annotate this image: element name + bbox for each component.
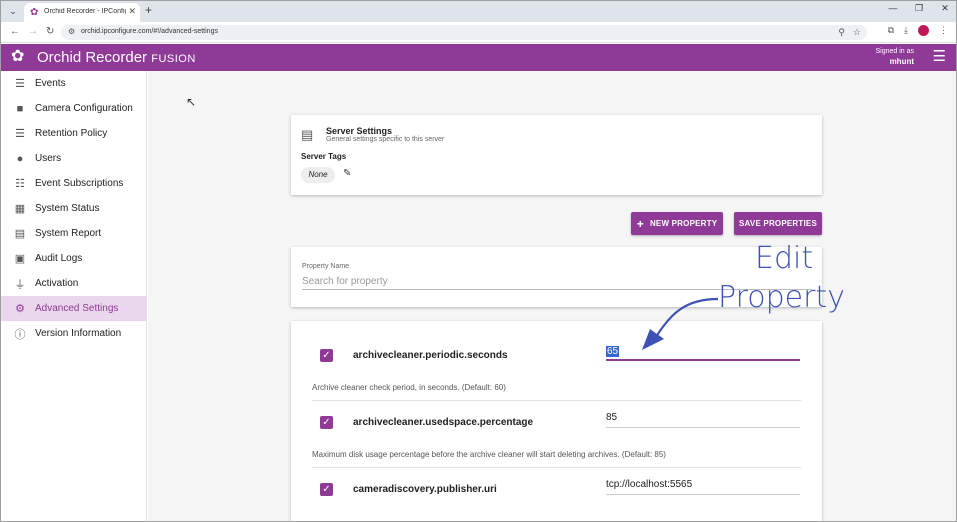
- edit-tags-pencil-icon[interactable]: ✎: [343, 168, 351, 179]
- sidebar-item-users[interactable]: ● Users: [1, 146, 147, 171]
- new-property-label: NEW PROPERTY: [649, 219, 718, 228]
- bookmark-star-icon[interactable]: ☆: [853, 27, 861, 38]
- annotation-arrow: [642, 297, 719, 350]
- server-settings-title: Server Settings: [326, 126, 393, 136]
- sidebar-item-camera-configuration[interactable]: ■ Camera Configuration: [1, 96, 147, 121]
- site-info-icon[interactable]: ⚙: [68, 27, 75, 36]
- browser-toolbar: ← → ↻ ⚙ orchid.ipconfigure.com/#!/advanc…: [1, 22, 956, 43]
- tab-close-icon[interactable]: ✕: [128, 6, 136, 17]
- property-checkbox[interactable]: ✓: [320, 483, 333, 496]
- sidebar-item-activation[interactable]: ⏚ Activation: [1, 271, 147, 296]
- event-subscription-icon: ☷: [15, 178, 25, 190]
- properties-list-card: ✓ archivecleaner.periodic.seconds 65 Arc…: [291, 321, 822, 521]
- property-description: Maximum disk usage percentage before the…: [312, 450, 666, 459]
- extensions-icon[interactable]: ⧉: [888, 25, 894, 36]
- property-checkbox[interactable]: ✓: [320, 416, 333, 429]
- sidebar-item-label: Users: [35, 153, 62, 164]
- main-content: ↖ ▤ Server Settings General settings spe…: [148, 71, 956, 521]
- report-icon: ▤: [14, 228, 26, 240]
- annotation-property: Property: [718, 280, 845, 315]
- sidebar-item-label: Event Subscriptions: [35, 178, 124, 189]
- hamburger-menu-icon[interactable]: ☰: [933, 49, 946, 64]
- url-text: orchid.ipconfigure.com/#!/advanced-setti…: [81, 28, 218, 35]
- sidebar-item-system-report[interactable]: ▤ System Report: [1, 221, 147, 246]
- orchid-logo-icon: ✿: [11, 48, 25, 65]
- app-edition: FUSION: [151, 53, 196, 65]
- server-tags-label: Server Tags: [301, 152, 347, 161]
- property-name-label: Property Name: [302, 263, 350, 270]
- system-status-icon: ▦: [14, 203, 26, 215]
- sidebar-item-label: Retention Policy: [35, 128, 108, 139]
- sidebar-item-advanced-settings[interactable]: ⚙ Advanced Settings: [1, 296, 147, 321]
- sidebar-item-label: Activation: [35, 278, 79, 289]
- address-bar[interactable]: ⚙ orchid.ipconfigure.com/#!/advanced-set…: [61, 25, 867, 40]
- sidebar-item-label: Audit Logs: [35, 253, 83, 264]
- events-search-icon: ☰: [15, 78, 25, 90]
- app-title: Orchid Recorder FUSION: [37, 49, 196, 66]
- username: mhunt: [889, 57, 914, 66]
- zoom-icon[interactable]: ⚲: [838, 27, 845, 38]
- browser-tab[interactable]: ✿ Orchid Recorder - IPConfigure ✕: [24, 3, 140, 22]
- row-divider: [312, 467, 801, 468]
- back-icon[interactable]: ←: [10, 26, 20, 37]
- tab-title: Orchid Recorder - IPConfigure: [44, 8, 126, 15]
- sidebar-item-label: Events: [35, 78, 66, 89]
- sidebar-item-label: Advanced Settings: [35, 303, 119, 314]
- minimize-icon[interactable]: —: [888, 3, 898, 14]
- audit-icon: ▣: [14, 253, 26, 265]
- sidebar-item-audit-logs[interactable]: ▣ Audit Logs: [1, 246, 147, 271]
- forward-icon[interactable]: →: [28, 26, 38, 37]
- save-properties-button[interactable]: SAVE PROPERTIES: [734, 212, 822, 235]
- sidebar-item-label: System Report: [35, 228, 102, 239]
- server-settings-card: ▤ Server Settings General settings speci…: [291, 115, 822, 195]
- new-property-button[interactable]: + NEW PROPERTY: [631, 212, 723, 235]
- sidebar-item-system-status[interactable]: ▦ System Status: [1, 196, 147, 221]
- property-value-input[interactable]: tcp://localhost:5565: [606, 479, 800, 495]
- browser-window: ⌄ ✿ Orchid Recorder - IPConfigure ✕ + — …: [0, 0, 957, 522]
- info-icon: ⓘ: [14, 328, 26, 341]
- property-checkbox[interactable]: ✓: [320, 349, 333, 362]
- sidebar-item-event-subscriptions[interactable]: ☷ Event Subscriptions: [1, 171, 147, 196]
- property-value-selected: 65: [606, 346, 620, 357]
- database-icon: ☰: [15, 128, 25, 140]
- save-properties-label: SAVE PROPERTIES: [739, 219, 817, 228]
- tab-list-icon[interactable]: ⌄: [6, 4, 20, 18]
- profile-avatar[interactable]: [918, 25, 929, 36]
- server-settings-icon: ▤: [301, 127, 314, 142]
- camera-icon: ■: [16, 102, 24, 115]
- window-controls: — ❐ ✕: [888, 3, 950, 14]
- server-tag-chip: None: [301, 167, 335, 183]
- restore-icon[interactable]: ❐: [914, 3, 924, 14]
- signed-in-info: Signed in as mhunt: [875, 47, 914, 68]
- browser-menu-icon[interactable]: ⋮: [939, 25, 948, 36]
- sidebar-item-label: Version Information: [35, 328, 122, 339]
- mouse-pointer-icon: ↖: [186, 95, 197, 109]
- new-tab-icon[interactable]: +: [145, 3, 152, 17]
- row-divider: [312, 400, 801, 401]
- downloads-icon[interactable]: ⤓: [904, 25, 908, 36]
- app-header: ✿ Orchid Recorder FUSION Signed in as mh…: [1, 44, 956, 71]
- annotation-edit: Edit: [755, 241, 814, 276]
- tab-bar: ⌄ ✿ Orchid Recorder - IPConfigure ✕ + — …: [1, 1, 956, 22]
- sidebar: ☰ Events ■ Camera Configuration ☰ Retent…: [1, 71, 147, 521]
- user-icon: ●: [16, 152, 24, 165]
- plus-icon: +: [636, 216, 644, 231]
- sidebar-item-version-information[interactable]: ⓘ Version Information: [1, 321, 147, 346]
- server-settings-subtitle: General settings specific to this server: [326, 136, 445, 143]
- property-description: Archive cleaner check period, in seconds…: [312, 383, 506, 392]
- property-name: cameradiscovery.publisher.uri: [353, 484, 497, 495]
- sidebar-item-label: System Status: [35, 203, 100, 214]
- sidebar-item-retention-policy[interactable]: ☰ Retention Policy: [1, 121, 147, 146]
- orchid-favicon-icon: ✿: [30, 7, 39, 18]
- property-name: archivecleaner.usedspace.percentage: [353, 417, 534, 428]
- plug-icon: ⏚: [14, 278, 26, 291]
- property-name: archivecleaner.periodic.seconds: [353, 350, 508, 361]
- reload-icon[interactable]: ↻: [46, 26, 54, 37]
- gears-icon: ⚙: [15, 303, 25, 315]
- sidebar-item-label: Camera Configuration: [35, 103, 133, 114]
- close-window-icon[interactable]: ✕: [940, 3, 950, 14]
- signed-in-label: Signed in as: [875, 48, 914, 55]
- property-value-input[interactable]: 85: [606, 412, 800, 428]
- sidebar-item-events[interactable]: ☰ Events: [1, 71, 147, 96]
